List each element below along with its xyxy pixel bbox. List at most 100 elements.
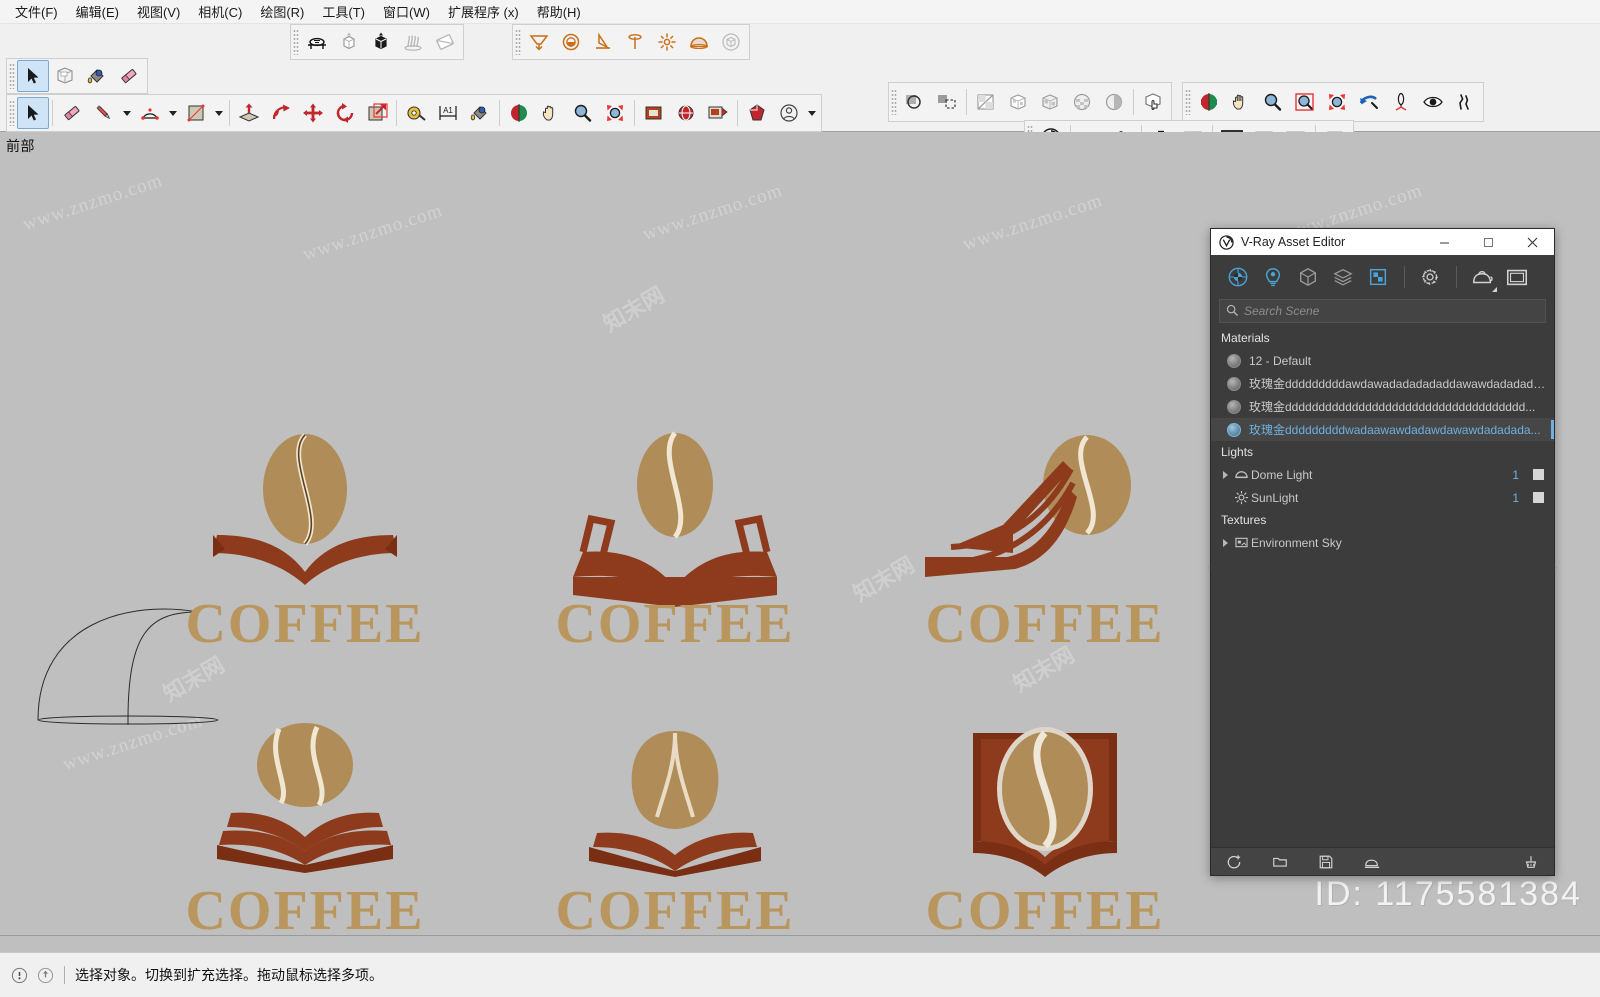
- orbit-button[interactable]: [1193, 86, 1225, 118]
- line-tool-dropdown[interactable]: [120, 97, 134, 129]
- menu-file[interactable]: 文件(F): [6, 0, 67, 23]
- xray-button[interactable]: [899, 86, 931, 118]
- photo-texture-button[interactable]: [702, 97, 734, 129]
- tab-render[interactable]: [1465, 260, 1499, 294]
- logo-book-left-bean-right[interactable]: COFFEE: [895, 427, 1195, 657]
- asset-list[interactable]: Materials 12 - Default 玫瑰金dddddddddawdaw…: [1211, 323, 1554, 847]
- material-row[interactable]: 12 - Default: [1211, 349, 1554, 372]
- logo-solid-book-bean[interactable]: COFFEE: [895, 717, 1195, 947]
- logo-bean-over-book-1[interactable]: COFFEE: [155, 427, 455, 657]
- paint-bucket-button-2[interactable]: [464, 97, 496, 129]
- vray-ies-light-button[interactable]: [619, 26, 651, 58]
- tab-materials[interactable]: [1221, 260, 1255, 294]
- zoom-button[interactable]: [1257, 86, 1289, 118]
- rectangle-tool-dropdown[interactable]: [212, 97, 226, 129]
- modeling-viewport[interactable]: 前部 www.znzmo.com 知末网 www.znzmo.com 知末网 w…: [0, 132, 1600, 952]
- collapse-left-arrow[interactable]: ‹: [1204, 561, 1214, 575]
- 3d-warehouse-button[interactable]: [741, 97, 773, 129]
- menu-tools[interactable]: 工具(T): [313, 0, 374, 23]
- light-enable-checkbox[interactable]: [1533, 469, 1544, 480]
- zoom-window-button[interactable]: [1289, 86, 1321, 118]
- account-button[interactable]: [773, 97, 805, 129]
- shaded-texture-button[interactable]: [1066, 86, 1098, 118]
- vray-fur-button[interactable]: [397, 26, 429, 58]
- rotate-button[interactable]: [329, 97, 361, 129]
- close-button[interactable]: [1510, 229, 1554, 255]
- texture-row-environment-sky[interactable]: Environment Sky: [1211, 531, 1554, 554]
- tab-geometry[interactable]: [1291, 260, 1325, 294]
- previous-view-button[interactable]: [1353, 86, 1385, 118]
- maximize-button[interactable]: [1466, 229, 1510, 255]
- import-button[interactable]: [1349, 848, 1395, 875]
- add-location-button[interactable]: [670, 97, 702, 129]
- menu-view[interactable]: 视图(V): [128, 0, 189, 23]
- vray-rect-light-button[interactable]: [523, 26, 555, 58]
- info-icon[interactable]: [8, 964, 30, 986]
- rectangle-tool-button[interactable]: [180, 97, 212, 129]
- account-dropdown[interactable]: [805, 97, 819, 129]
- vray-asset-editor-panel[interactable]: V-Ray Asset Editor Search Scene Material…: [1207, 228, 1558, 876]
- save-asset-button[interactable]: [1303, 848, 1349, 875]
- toolbar-grip[interactable]: [515, 29, 521, 55]
- light-row-dome[interactable]: Dome Light 1: [1211, 463, 1554, 486]
- menu-window[interactable]: 窗口(W): [374, 0, 439, 23]
- menu-draw[interactable]: 绘图(R): [251, 0, 313, 23]
- push-pull-button[interactable]: [233, 97, 265, 129]
- light-row-sun[interactable]: SunLight 1: [1211, 486, 1554, 509]
- tab-textures[interactable]: [1361, 260, 1395, 294]
- menu-edit[interactable]: 编辑(E): [67, 0, 128, 23]
- vray-clipper-button[interactable]: [429, 26, 461, 58]
- open-library-button[interactable]: [1257, 848, 1303, 875]
- light-enable-checkbox[interactable]: [1533, 492, 1544, 503]
- expand-triangle-icon[interactable]: [1219, 539, 1231, 547]
- vray-sphere-light-button[interactable]: [555, 26, 587, 58]
- logo-bean-wide-book[interactable]: COFFEE: [525, 717, 825, 947]
- tape-measure-button[interactable]: [400, 97, 432, 129]
- toolbar-grip[interactable]: [9, 100, 15, 126]
- position-camera-button[interactable]: [1385, 86, 1417, 118]
- purge-button[interactable]: [1508, 848, 1554, 875]
- monochrome-button[interactable]: [1098, 86, 1130, 118]
- menu-camera[interactable]: 相机(C): [189, 0, 251, 23]
- minimize-button[interactable]: [1422, 229, 1466, 255]
- back-edges-button[interactable]: [931, 86, 963, 118]
- line-tool-button[interactable]: [88, 97, 120, 129]
- hidden-line-button[interactable]: [1002, 86, 1034, 118]
- eraser-button-2[interactable]: [56, 97, 88, 129]
- select-tool-button[interactable]: [17, 60, 49, 92]
- vray-proxy-button[interactable]: [333, 26, 365, 58]
- vray-omni-light-button[interactable]: [651, 26, 683, 58]
- make-component-button[interactable]: [49, 60, 81, 92]
- shaded-button[interactable]: [1034, 86, 1066, 118]
- logo-bean-book-layered[interactable]: COFFEE: [155, 717, 455, 947]
- toolbar-grip[interactable]: [1185, 89, 1191, 115]
- look-around-button[interactable]: [1417, 86, 1449, 118]
- walk-button[interactable]: [1449, 86, 1481, 118]
- material-row-selected[interactable]: 玫瑰金dddddddddwadaawawdadawdawawdadadada..…: [1211, 418, 1554, 441]
- collapse-right-arrow[interactable]: ›: [1551, 561, 1561, 575]
- orbit-button-2[interactable]: [503, 97, 535, 129]
- material-row[interactable]: 玫瑰金dddddddddawdawadadadadaddawawdadadada…: [1211, 372, 1554, 395]
- add-asset-button[interactable]: [1211, 848, 1257, 875]
- menu-help[interactable]: 帮助(H): [528, 0, 590, 23]
- search-scene-field[interactable]: [1219, 299, 1546, 323]
- tab-settings[interactable]: [1413, 260, 1447, 294]
- pan-button[interactable]: [1225, 86, 1257, 118]
- vray-mesh-light-button[interactable]: [715, 26, 747, 58]
- vray-title-bar[interactable]: V-Ray Asset Editor: [1211, 229, 1554, 255]
- arc-tool-dropdown[interactable]: [166, 97, 180, 129]
- select-tool-button-2[interactable]: [17, 97, 49, 129]
- vray-infinite-plane-button[interactable]: [301, 26, 333, 58]
- section-display-button[interactable]: [1137, 86, 1169, 118]
- expand-triangle-icon[interactable]: [1219, 471, 1231, 479]
- render-dropdown-corner[interactable]: [1492, 287, 1497, 292]
- context-help-icon[interactable]: [34, 964, 56, 986]
- toolbar-grip[interactable]: [293, 29, 299, 55]
- toolbar-grip[interactable]: [9, 63, 15, 89]
- logo-bean-over-book-2[interactable]: COFFEE: [525, 427, 825, 657]
- tab-frame-buffer[interactable]: [1500, 260, 1534, 294]
- tab-lights[interactable]: [1256, 260, 1290, 294]
- toolbar-grip[interactable]: [891, 89, 897, 115]
- tab-render-elements[interactable]: [1326, 260, 1360, 294]
- vray-proxy-preview-button[interactable]: [365, 26, 397, 58]
